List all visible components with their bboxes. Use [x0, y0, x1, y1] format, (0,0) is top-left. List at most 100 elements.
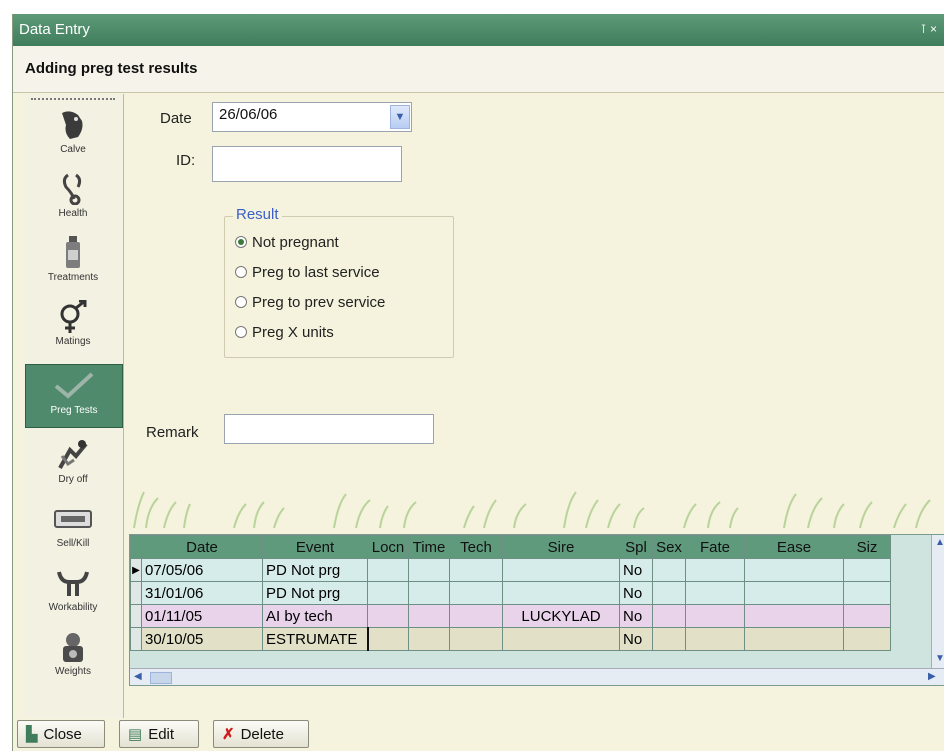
radio-preg-prev-service[interactable]: Preg to prev service	[235, 291, 385, 313]
table-cell[interactable]	[408, 604, 450, 628]
table-cell[interactable]	[367, 604, 409, 628]
checkmark-icon	[26, 369, 122, 403]
radio-label: Preg to last service	[252, 263, 380, 281]
table-cell[interactable]: PD Not prg	[262, 558, 368, 582]
sidebar-grip[interactable]	[31, 98, 115, 100]
horizontal-scrollbar[interactable]: ◀ ▶	[130, 668, 944, 685]
scroll-thumb[interactable]	[150, 672, 172, 684]
table-cell[interactable]: No	[619, 558, 653, 582]
table-cell[interactable]	[652, 581, 686, 605]
id-field[interactable]	[212, 146, 402, 182]
sidebar-item-health[interactable]: Health	[25, 168, 121, 230]
calf-icon	[25, 108, 121, 142]
close-button[interactable]: ▙ Close	[17, 720, 105, 748]
table-cell[interactable]	[408, 558, 450, 582]
column-header[interactable]: Event	[262, 535, 368, 559]
table-cell[interactable]	[744, 604, 844, 628]
table-cell[interactable]	[408, 627, 450, 651]
column-header[interactable]: Fate	[685, 535, 745, 559]
table-cell-editing[interactable]: ESTRUMATE	[262, 627, 369, 651]
table-cell[interactable]: No	[619, 581, 653, 605]
column-header[interactable]: Time	[408, 535, 450, 559]
column-header[interactable]: Sex	[652, 535, 686, 559]
pin-close-icon[interactable]: ⊺ ×	[920, 22, 937, 36]
table-cell[interactable]: 07/05/06	[141, 558, 263, 582]
column-header[interactable]: Sire	[502, 535, 620, 559]
table-cell[interactable]	[502, 581, 620, 605]
column-header[interactable]: Date	[141, 535, 263, 559]
table-cell[interactable]	[843, 558, 891, 582]
table-cell[interactable]	[652, 558, 686, 582]
table-cell[interactable]	[685, 604, 745, 628]
sidebar-item-sell-kill[interactable]: Sell/Kill	[25, 498, 121, 560]
column-header[interactable]: Siz	[843, 535, 891, 559]
sidebar-item-treatments[interactable]: Treatments	[25, 232, 121, 294]
table-cell[interactable]	[685, 627, 745, 651]
table-cell[interactable]	[652, 604, 686, 628]
sidebar-item-calve[interactable]: Calve	[25, 104, 121, 166]
table-cell[interactable]	[449, 604, 503, 628]
table-cell[interactable]: LUCKYLAD	[502, 604, 620, 628]
table-row[interactable]: 30/10/05 ESTRUMATE No	[130, 627, 891, 651]
radio-not-pregnant[interactable]: Not pregnant	[235, 231, 339, 253]
table-cell[interactable]: 01/11/05	[141, 604, 263, 628]
table-cell[interactable]	[744, 558, 844, 582]
table-row[interactable]: 01/11/05 AI by tech LUCKYLAD No	[130, 604, 891, 628]
remark-field[interactable]	[224, 414, 434, 444]
table-cell[interactable]	[367, 627, 409, 651]
table-cell[interactable]: 31/01/06	[141, 581, 263, 605]
edit-button[interactable]: ▤ Edit	[119, 720, 199, 748]
table-cell[interactable]	[502, 558, 620, 582]
table-cell[interactable]	[843, 581, 891, 605]
scroll-right-icon[interactable]: ▶	[928, 671, 936, 682]
table-cell[interactable]	[449, 558, 503, 582]
sidebar-item-preg-tests[interactable]: Preg Tests	[25, 364, 123, 428]
table-cell[interactable]	[744, 627, 844, 651]
column-header[interactable]: Tech	[449, 535, 503, 559]
table-cell[interactable]	[367, 558, 409, 582]
radio-preg-last-service[interactable]: Preg to last service	[235, 261, 380, 283]
table-cell[interactable]	[449, 627, 503, 651]
table-cell[interactable]	[408, 581, 450, 605]
sidebar-item-dry-off[interactable]: Dry off	[25, 434, 121, 496]
sidebar-item-label: Weights	[55, 666, 91, 677]
table-cell[interactable]	[843, 604, 891, 628]
remark-label: Remark	[146, 424, 199, 441]
scroll-up-icon[interactable]: ▲	[935, 537, 944, 548]
date-value: 26/06/06	[219, 106, 278, 123]
events-grid[interactable]: Date Event Locn Time Tech Sire Spl Sex F…	[129, 534, 944, 686]
events-table: Date Event Locn Time Tech Sire Spl Sex F…	[130, 535, 891, 651]
sidebar-item-workability[interactable]: Workability	[25, 562, 121, 624]
row-indicator	[130, 604, 142, 628]
delete-button[interactable]: ✗ Delete	[213, 720, 309, 748]
radio-preg-x-units[interactable]: Preg X units	[235, 321, 334, 343]
sidebar-item-matings[interactable]: Matings	[25, 296, 121, 358]
table-cell[interactable]	[843, 627, 891, 651]
table-cell[interactable]	[744, 581, 844, 605]
chevron-down-icon[interactable]: ▼	[390, 105, 410, 129]
table-cell[interactable]: No	[619, 627, 653, 651]
table-cell[interactable]	[449, 581, 503, 605]
table-cell[interactable]: No	[619, 604, 653, 628]
table-cell[interactable]: PD Not prg	[262, 581, 368, 605]
table-row[interactable]: ▶ 07/05/06 PD Not prg No	[130, 558, 891, 582]
scroll-left-icon[interactable]: ◀	[134, 671, 142, 682]
table-cell[interactable]: AI by tech	[262, 604, 368, 628]
scroll-down-icon[interactable]: ▼	[935, 653, 944, 664]
result-legend: Result	[233, 206, 282, 223]
sidebar-item-weights[interactable]: Weights	[25, 626, 121, 688]
column-header[interactable]: Locn	[367, 535, 409, 559]
table-cell[interactable]	[652, 627, 686, 651]
column-header[interactable]: Spl	[619, 535, 653, 559]
table-cell[interactable]	[685, 581, 745, 605]
ear-tag-icon	[25, 502, 121, 536]
date-combo[interactable]: 26/06/06 ▼	[212, 102, 412, 132]
vertical-scrollbar[interactable]: ▲ ▼	[931, 535, 944, 685]
table-row[interactable]: 31/01/06 PD Not prg No	[130, 581, 891, 605]
table-cell[interactable]	[367, 581, 409, 605]
table-cell[interactable]: 30/10/05	[141, 627, 263, 651]
column-header[interactable]: Ease	[744, 535, 844, 559]
sidebar-item-label: Calve	[60, 144, 86, 155]
table-cell[interactable]	[685, 558, 745, 582]
table-cell[interactable]	[502, 627, 620, 651]
